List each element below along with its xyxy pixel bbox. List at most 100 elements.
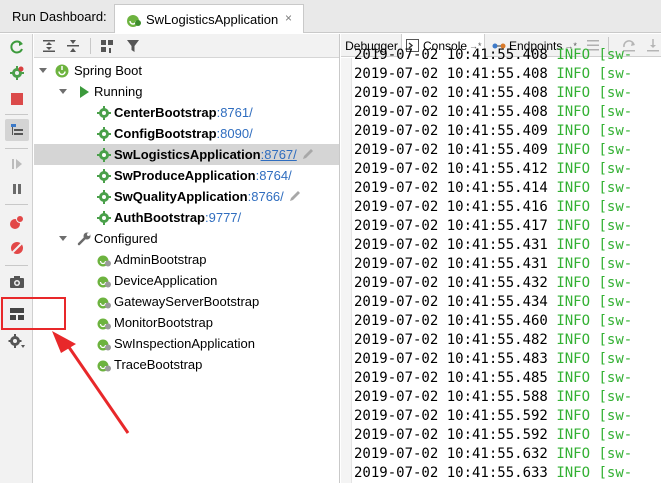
run-toolbar <box>0 34 33 483</box>
log-line: 2019-07-02 10:41:55.431 INFO [sw- <box>354 256 632 275</box>
log-level: INFO <box>556 142 591 158</box>
app-name: MonitorBootstrap <box>114 315 213 330</box>
app-name: SwLogisticsApplication <box>114 147 261 162</box>
toolbar-divider <box>90 38 91 54</box>
group-tree-icon[interactable] <box>5 119 29 141</box>
log-line: 2019-07-02 10:41:55.414 INFO [sw- <box>354 180 632 199</box>
port-link[interactable]: :8761/ <box>217 105 253 120</box>
log-level: INFO <box>556 123 591 139</box>
spring-boot-icon <box>55 64 69 78</box>
running-app-item[interactable]: AuthBootstrap:9777/ <box>34 207 339 228</box>
log-source: [sw- <box>598 218 633 234</box>
log-line: 2019-07-02 10:41:55.409 INFO [sw- <box>354 123 632 142</box>
configured-app-item[interactable]: GatewayServerBootstrap <box>34 291 339 312</box>
log-timestamp: 2019-07-02 10:41:55.409 <box>354 123 548 139</box>
log-level: INFO <box>556 180 591 196</box>
running-app-item[interactable]: SwProduceApplication:8764/ <box>34 165 339 186</box>
port-link[interactable]: :8766/ <box>248 189 284 204</box>
stop-icon[interactable] <box>8 90 26 108</box>
log-source: [sw- <box>598 313 633 329</box>
log-level: INFO <box>556 218 591 234</box>
pencil-icon[interactable] <box>301 147 315 161</box>
log-timestamp: 2019-07-02 10:41:55.414 <box>354 180 548 196</box>
chevron-down-icon[interactable] <box>58 233 68 243</box>
log-timestamp: 2019-07-02 10:41:55.482 <box>354 332 548 348</box>
collapse-all-icon[interactable] <box>64 37 82 55</box>
log-source: [sw- <box>598 370 633 386</box>
running-app-item[interactable]: CenterBootstrap:8761/ <box>34 102 339 123</box>
log-source: [sw- <box>598 332 633 348</box>
running-app-item[interactable]: SwLogisticsApplication:8767/ <box>34 144 339 165</box>
settings-icon[interactable] <box>8 332 26 350</box>
log-line: 2019-07-02 10:41:55.417 INFO [sw- <box>354 218 632 237</box>
rerun-icon[interactable] <box>8 38 26 56</box>
tab-swlogistics[interactable]: SwLogisticsApplication × <box>114 4 304 33</box>
log-line: 2019-07-02 10:41:55.431 INFO [sw- <box>354 237 632 256</box>
mute-breakpoints-icon[interactable] <box>8 239 26 257</box>
port-link[interactable]: :8767/ <box>261 147 297 162</box>
configured-app-item[interactable]: AdminBootstrap <box>34 249 339 270</box>
log-source: [sw- <box>598 161 633 177</box>
log-timestamp: 2019-07-02 10:41:55.408 <box>354 47 548 63</box>
log-level: INFO <box>556 351 591 367</box>
log-line: 2019-07-02 10:41:55.408 INFO [sw- <box>354 104 632 123</box>
expand-all-icon[interactable] <box>40 37 58 55</box>
log-timestamp: 2019-07-02 10:41:55.431 <box>354 256 548 272</box>
configured-app-item[interactable]: DeviceApplication <box>34 270 339 291</box>
app-name: AdminBootstrap <box>114 252 207 267</box>
breakpoints-icon[interactable] <box>8 213 26 231</box>
log-source: [sw- <box>598 66 633 82</box>
app-name: TraceBootstrap <box>114 357 203 372</box>
log-line: 2019-07-02 10:41:55.592 INFO [sw- <box>354 408 632 427</box>
resume-icon[interactable] <box>8 155 26 173</box>
log-timestamp: 2019-07-02 10:41:55.409 <box>354 142 548 158</box>
chevron-down-icon[interactable] <box>58 86 68 96</box>
configured-app-item[interactable]: TraceBootstrap <box>34 354 339 375</box>
log-line: 2019-07-02 10:41:55.460 INFO [sw- <box>354 313 632 332</box>
toolbar-divider <box>5 265 28 266</box>
toolbar-divider <box>5 204 28 205</box>
configured-app-item[interactable]: MonitorBootstrap <box>34 312 339 333</box>
chevron-down-icon[interactable] <box>38 65 48 75</box>
log-level: INFO <box>556 332 591 348</box>
log-timestamp: 2019-07-02 10:41:55.408 <box>354 66 548 82</box>
close-icon[interactable]: × <box>285 11 292 25</box>
log-line: 2019-07-02 10:41:55.633 INFO [sw- <box>354 465 632 483</box>
dashboard-title: Run Dashboard: <box>12 9 107 24</box>
app-name: GatewayServerBootstrap <box>114 294 260 309</box>
camera-icon[interactable] <box>8 273 26 291</box>
log-timestamp: 2019-07-02 10:41:55.633 <box>354 465 548 481</box>
log-source: [sw- <box>598 123 633 139</box>
running-app-item[interactable]: ConfigBootstrap:8090/ <box>34 123 339 144</box>
debug-gear-icon[interactable] <box>8 64 26 82</box>
log-line: 2019-07-02 10:41:55.588 INFO [sw- <box>354 389 632 408</box>
log-line: 2019-07-02 10:41:55.408 INFO [sw- <box>354 85 632 104</box>
log-line: 2019-07-02 10:41:55.434 INFO [sw- <box>354 294 632 313</box>
configured-app-item[interactable]: SwInspectionApplication <box>34 333 339 354</box>
log-timestamp: 2019-07-02 10:41:55.483 <box>354 351 548 367</box>
filter-icon[interactable] <box>124 37 142 55</box>
port-link[interactable]: :8090/ <box>217 126 253 141</box>
running-app-item[interactable]: SwQualityApplication:8766/ <box>34 186 339 207</box>
pencil-icon[interactable] <box>288 189 302 203</box>
log-timestamp: 2019-07-02 10:41:55.588 <box>354 389 548 405</box>
tree-node-running[interactable]: Running <box>34 81 339 102</box>
group-by-icon[interactable] <box>98 37 116 55</box>
log-line: 2019-07-02 10:41:55.409 INFO [sw- <box>354 142 632 161</box>
log-source: [sw- <box>598 294 633 310</box>
log-level: INFO <box>556 446 591 462</box>
spring-app-icon <box>97 339 111 351</box>
log-source: [sw- <box>598 465 633 481</box>
run-dashboard-tree-panel: Spring Boot Running CenterBootstrap:8761… <box>34 34 340 483</box>
tree-node-spring-boot[interactable]: Spring Boot <box>34 60 339 81</box>
pause-icon[interactable] <box>8 180 26 198</box>
log-line: 2019-07-02 10:41:55.416 INFO [sw- <box>354 199 632 218</box>
tree-node-configured[interactable]: Configured <box>34 228 339 249</box>
spring-running-icon <box>97 127 111 141</box>
port-link[interactable]: :8764/ <box>256 168 292 183</box>
log-source: [sw- <box>598 389 633 405</box>
port-link[interactable]: :9777/ <box>205 210 241 225</box>
log-level: INFO <box>556 66 591 82</box>
console-output[interactable]: 2019-07-02 10:41:55.408 INFO [sw- 2019-07… <box>354 47 661 483</box>
log-level: INFO <box>556 275 591 291</box>
